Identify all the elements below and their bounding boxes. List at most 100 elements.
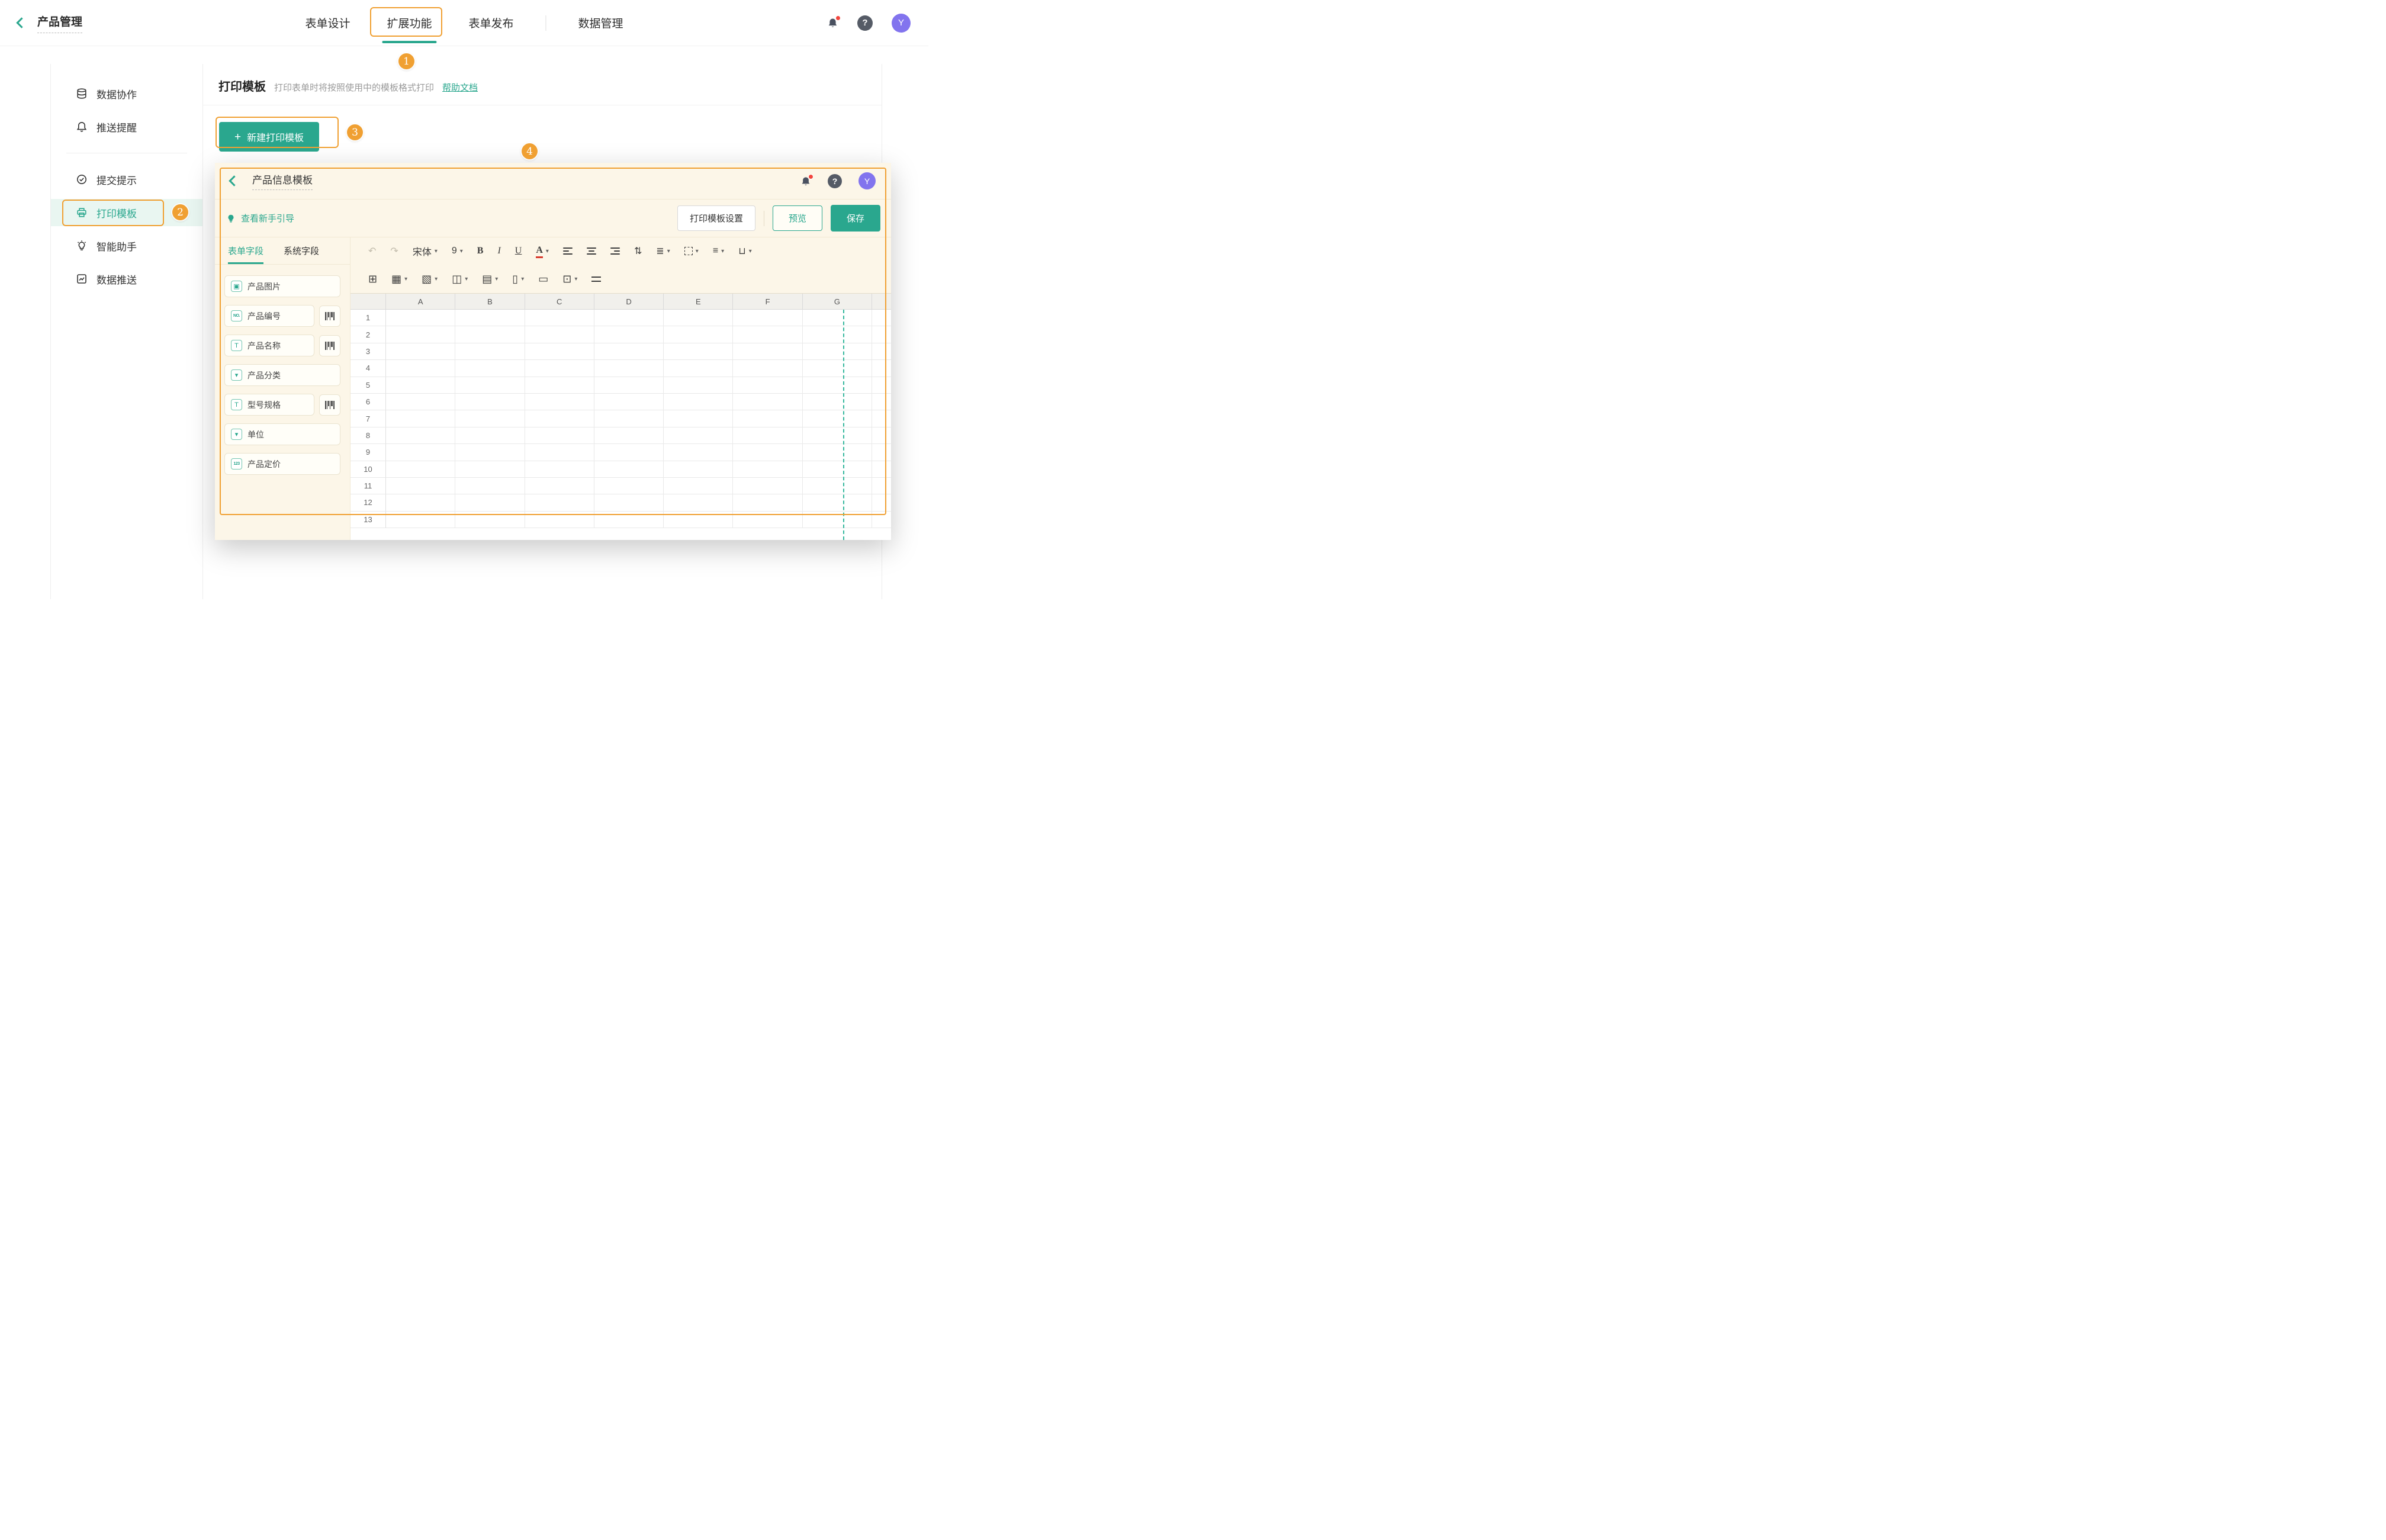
align-center-button[interactable]: [587, 247, 596, 255]
sheet-cell[interactable]: [872, 427, 891, 444]
editor-avatar[interactable]: Y: [858, 172, 876, 189]
insert-date-button[interactable]: ⊡ ▾: [562, 274, 577, 284]
sheet-cell[interactable]: [872, 478, 891, 494]
tab-extensions[interactable]: 扩展功能: [382, 11, 436, 34]
sheet-cell[interactable]: [455, 427, 525, 444]
sheet-cell[interactable]: [525, 512, 594, 528]
sheet-cell[interactable]: [803, 512, 872, 528]
sheet-cell[interactable]: [386, 310, 455, 326]
font-family-select[interactable]: 宋体 ▾: [413, 244, 438, 258]
sheet-cell[interactable]: [733, 410, 802, 427]
sheet-cell[interactable]: [803, 478, 872, 494]
sheet-cell[interactable]: [664, 512, 733, 528]
field-unit[interactable]: ▾ 单位: [224, 423, 340, 445]
sheet-cell[interactable]: [872, 377, 891, 394]
help-doc-link[interactable]: 帮助文档: [442, 81, 478, 94]
field-product-price[interactable]: 123 产品定价: [224, 453, 340, 475]
sheet-cell[interactable]: [872, 394, 891, 410]
row-header[interactable]: 4: [350, 360, 386, 377]
sidebar-item-print-template[interactable]: 打印模板: [51, 199, 202, 226]
sheet-cell[interactable]: [733, 494, 802, 511]
sheet-cell[interactable]: [664, 427, 733, 444]
page-break-button[interactable]: [591, 277, 601, 282]
sheet-cell[interactable]: [664, 326, 733, 343]
redo-icon[interactable]: ↷: [390, 245, 398, 257]
sheet-cell[interactable]: [594, 444, 664, 461]
sheet-cell[interactable]: [525, 478, 594, 494]
sheet-cell[interactable]: [386, 512, 455, 528]
sheet-cell[interactable]: [872, 410, 891, 427]
field-model-spec[interactable]: T 型号规格: [224, 394, 314, 416]
sheet-cell[interactable]: [455, 478, 525, 494]
sheet-cell[interactable]: [386, 494, 455, 511]
row-header[interactable]: 5: [350, 377, 386, 394]
row-header[interactable]: 6: [350, 394, 386, 410]
sheet-cell[interactable]: [455, 512, 525, 528]
sheet-cell[interactable]: [872, 494, 891, 511]
back-icon[interactable]: [16, 17, 27, 28]
row-header[interactable]: 10: [350, 461, 386, 478]
row-header[interactable]: 7: [350, 410, 386, 427]
sheet-cell[interactable]: [594, 427, 664, 444]
sheet-cell[interactable]: [733, 512, 802, 528]
sheet-cell[interactable]: [525, 360, 594, 377]
row-header[interactable]: 1: [350, 310, 386, 326]
sheet-cell[interactable]: [664, 310, 733, 326]
sheet-cell[interactable]: [803, 326, 872, 343]
sheet-corner[interactable]: [350, 294, 386, 310]
row-header[interactable]: 11: [350, 478, 386, 494]
sheet-cell[interactable]: [733, 461, 802, 478]
row-height-button[interactable]: ≡ ▾: [713, 246, 724, 256]
sheet-cell[interactable]: [872, 360, 891, 377]
column-header[interactable]: F: [733, 294, 802, 310]
sheet-cell[interactable]: [525, 444, 594, 461]
barcode-button[interactable]: [319, 394, 340, 416]
new-print-template-button[interactable]: + 新建打印模板: [219, 122, 319, 152]
tab-form-design[interactable]: 表单设计: [300, 11, 355, 34]
sheet-cell[interactable]: [594, 360, 664, 377]
sheet-cell[interactable]: [803, 377, 872, 394]
sheet-cell[interactable]: [594, 326, 664, 343]
sheet-cell[interactable]: [455, 410, 525, 427]
sheet-cell[interactable]: [872, 326, 891, 343]
sheet-cell[interactable]: [803, 410, 872, 427]
sheet-cell[interactable]: [803, 461, 872, 478]
background-image-button[interactable]: ◫ ▾: [452, 274, 468, 284]
bold-button[interactable]: B: [477, 246, 484, 256]
sheet-cell[interactable]: [525, 410, 594, 427]
sheet-cell[interactable]: [594, 494, 664, 511]
column-header[interactable]: G: [803, 294, 872, 310]
sheet-cell[interactable]: [455, 360, 525, 377]
field-product-name[interactable]: T 产品名称: [224, 335, 314, 356]
sheet-cell[interactable]: [525, 394, 594, 410]
sheet-cell[interactable]: [803, 427, 872, 444]
barcode-button[interactable]: [319, 335, 340, 356]
notification-bell-icon[interactable]: [827, 17, 838, 28]
insert-image-button[interactable]: ▧ ▾: [422, 274, 438, 284]
sheet-cell[interactable]: [386, 427, 455, 444]
sheet-cell[interactable]: [803, 394, 872, 410]
editor-help-icon[interactable]: ?: [828, 174, 842, 188]
editor-back-icon[interactable]: [229, 175, 239, 186]
sheet-cell[interactable]: [386, 360, 455, 377]
sheet-cell[interactable]: [594, 343, 664, 360]
sidebar-item-smart-assistant[interactable]: 智能助手: [51, 229, 202, 262]
sheet-cell[interactable]: [386, 478, 455, 494]
sheet-cell[interactable]: [664, 377, 733, 394]
sheet-cell[interactable]: [594, 410, 664, 427]
sheet-cell[interactable]: [664, 478, 733, 494]
italic-button[interactable]: I: [497, 246, 500, 256]
sheet-cell[interactable]: [455, 394, 525, 410]
page-title[interactable]: 产品管理: [37, 13, 82, 33]
align-right-button[interactable]: [610, 247, 620, 255]
sheet-cell[interactable]: [803, 343, 872, 360]
sheet-cell[interactable]: [872, 444, 891, 461]
insert-table-button[interactable]: ▦ ▾: [391, 274, 407, 284]
insert-text-block-button[interactable]: ▤ ▾: [482, 274, 498, 284]
sheet-cell[interactable]: [594, 512, 664, 528]
sheet-cell[interactable]: [803, 360, 872, 377]
barcode-button[interactable]: [319, 306, 340, 327]
sheet-cell[interactable]: [525, 343, 594, 360]
font-color-button[interactable]: A ▾: [536, 245, 549, 258]
editor-notification-bell-icon[interactable]: [800, 176, 811, 187]
